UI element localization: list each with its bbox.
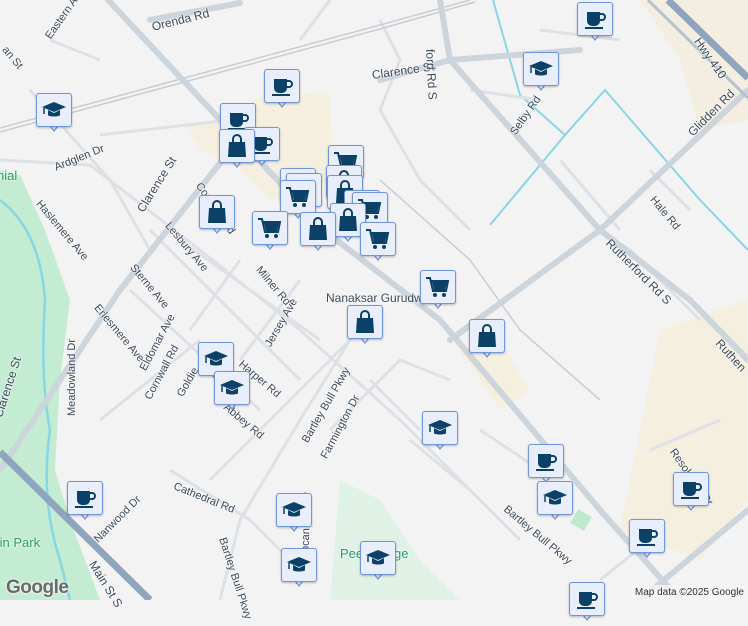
place-label-nial: nial <box>0 168 18 183</box>
coffee-marker[interactable] <box>629 519 665 563</box>
cart-icon <box>360 222 396 256</box>
school-icon <box>281 548 317 582</box>
google-logo: Google <box>6 577 69 598</box>
coffee-icon <box>264 69 300 103</box>
shopping-marker[interactable] <box>199 195 235 239</box>
school-marker[interactable] <box>214 371 250 415</box>
school-marker[interactable] <box>422 411 458 455</box>
coffee-marker[interactable] <box>264 69 300 113</box>
school-marker[interactable] <box>281 548 317 592</box>
cart-marker[interactable] <box>360 222 396 266</box>
shopping-icon <box>469 319 505 353</box>
coffee-marker[interactable] <box>577 2 613 46</box>
school-icon <box>537 481 573 515</box>
coffee-marker[interactable] <box>67 481 103 525</box>
shopping-marker[interactable] <box>469 319 505 363</box>
place-label-peekin-park[interactable]: Peekin Park <box>0 535 40 550</box>
shopping-icon <box>300 212 336 246</box>
street-label-rutherford-rd-s-north: ford Rd S <box>423 48 440 100</box>
map-attribution[interactable]: Map data ©2025 Google <box>630 585 748 600</box>
cart-marker[interactable] <box>420 270 456 314</box>
coffee-marker[interactable] <box>673 472 709 516</box>
school-marker[interactable] <box>537 481 573 525</box>
cart-icon <box>280 180 316 214</box>
school-marker[interactable] <box>360 541 396 585</box>
coffee-icon <box>67 481 103 515</box>
school-icon <box>360 541 396 575</box>
coffee-icon <box>569 582 605 616</box>
shopping-icon <box>219 129 255 163</box>
coffee-marker[interactable] <box>569 582 605 626</box>
shopping-icon <box>347 305 383 339</box>
coffee-icon <box>528 444 564 478</box>
coffee-icon <box>673 472 709 506</box>
school-icon <box>523 52 559 86</box>
street-label-meadowland-dr: Meadowland Dr <box>66 338 78 416</box>
school-marker[interactable] <box>276 493 312 537</box>
cart-marker[interactable] <box>252 211 288 255</box>
shopping-icon <box>199 195 235 229</box>
school-marker[interactable] <box>36 93 72 137</box>
school-icon <box>36 93 72 127</box>
shopping-marker[interactable] <box>219 129 255 173</box>
school-icon <box>276 493 312 527</box>
coffee-icon <box>629 519 665 553</box>
cart-icon <box>420 270 456 304</box>
cart-icon <box>252 211 288 245</box>
shopping-marker[interactable] <box>300 212 336 256</box>
shopping-marker[interactable] <box>347 305 383 349</box>
school-icon <box>422 411 458 445</box>
school-icon <box>214 371 250 405</box>
coffee-icon <box>577 2 613 36</box>
school-marker[interactable] <box>523 52 559 96</box>
park-area <box>570 509 592 531</box>
